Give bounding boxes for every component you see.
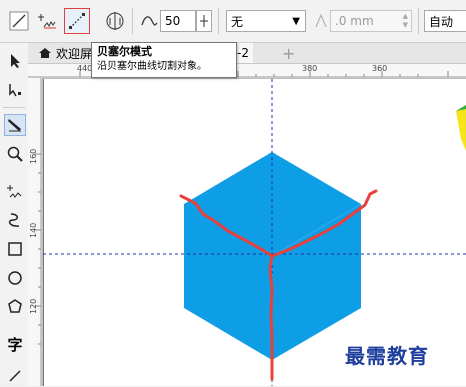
ruler-top-label: 440	[77, 64, 93, 73]
smoothing-input[interactable]: 50	[160, 10, 196, 32]
plus-icon: +	[282, 43, 296, 63]
ruler-left-label: 140	[29, 222, 38, 238]
split-icon	[106, 12, 124, 30]
ruler-top-label: 380	[302, 64, 318, 73]
tooltip-description: 沿贝塞尔曲线切割对象。	[97, 61, 207, 72]
width-lock-icon	[315, 13, 327, 28]
pick-tool[interactable]	[4, 50, 26, 72]
freehand-tool[interactable]	[4, 181, 26, 203]
shape-tool[interactable]	[4, 79, 26, 101]
polygon-icon	[8, 299, 22, 313]
line-style-select[interactable]: 无 ▼	[226, 10, 306, 32]
dimension-tool[interactable]	[4, 365, 26, 387]
spinner-icon: ▲ ▼	[402, 12, 408, 29]
bezier-mode-tooltip: 贝塞尔模式 沿贝塞尔曲线切割对象。	[91, 42, 237, 78]
chevron-down-icon: ▼	[292, 16, 300, 27]
tab-welcome[interactable]: 欢迎屏	[34, 43, 96, 63]
ruler-left-label: 120	[29, 298, 38, 314]
slider-icon	[200, 15, 208, 27]
polygon-tool[interactable]	[4, 295, 26, 317]
smoothing-slider-button[interactable]	[196, 10, 212, 32]
add-tab-button[interactable]: +	[278, 43, 299, 63]
magnifier-icon	[7, 146, 23, 162]
width-input: .0 mm ▲ ▼	[330, 10, 412, 32]
partial-object[interactable]	[456, 105, 466, 151]
arrow-icon	[11, 54, 20, 68]
point-line-icon	[38, 14, 56, 29]
text-tool[interactable]: 字	[4, 333, 26, 355]
ruler-top-label: 360	[372, 64, 388, 73]
zoom-tool[interactable]	[4, 143, 26, 165]
auto-select[interactable]: 自动	[424, 10, 466, 32]
cut-gap-button[interactable]	[102, 8, 128, 34]
line-icon	[9, 11, 29, 31]
vertical-ruler: 160 140 120	[28, 78, 43, 386]
smoothing-icon	[141, 16, 158, 26]
artistic-media-tool[interactable]	[4, 209, 26, 231]
knife-icon	[8, 119, 21, 132]
node-edit-icon	[9, 84, 21, 97]
knife-tool[interactable]	[4, 114, 26, 136]
tooltip-title: 贝塞尔模式	[97, 45, 152, 58]
home-icon	[39, 48, 51, 58]
tab-welcome-label: 欢迎屏	[56, 46, 93, 61]
bezier-mode-button[interactable]	[64, 8, 90, 34]
dimension-icon	[9, 370, 21, 382]
freehand-mode-button[interactable]	[6, 8, 32, 34]
ellipse-tool[interactable]	[4, 267, 26, 289]
rectangle-icon	[8, 242, 22, 256]
ellipse-icon	[8, 271, 22, 285]
ruler-left-label: 160	[29, 148, 38, 164]
freehand-icon	[7, 185, 22, 198]
rectangle-tool[interactable]	[4, 238, 26, 260]
property-bar: 50 无 ▼ .0 mm ▲ ▼ 自动	[0, 0, 466, 43]
2point-mode-button[interactable]	[34, 8, 60, 34]
tab-document-label: -2	[237, 46, 249, 60]
width-value: .0 mm	[335, 14, 374, 28]
curve-icon	[8, 213, 20, 227]
line-style-value: 无	[231, 14, 244, 29]
bezier-icon	[69, 13, 85, 29]
watermark: 最需教育	[345, 344, 429, 368]
toolbox: 字	[0, 43, 29, 386]
